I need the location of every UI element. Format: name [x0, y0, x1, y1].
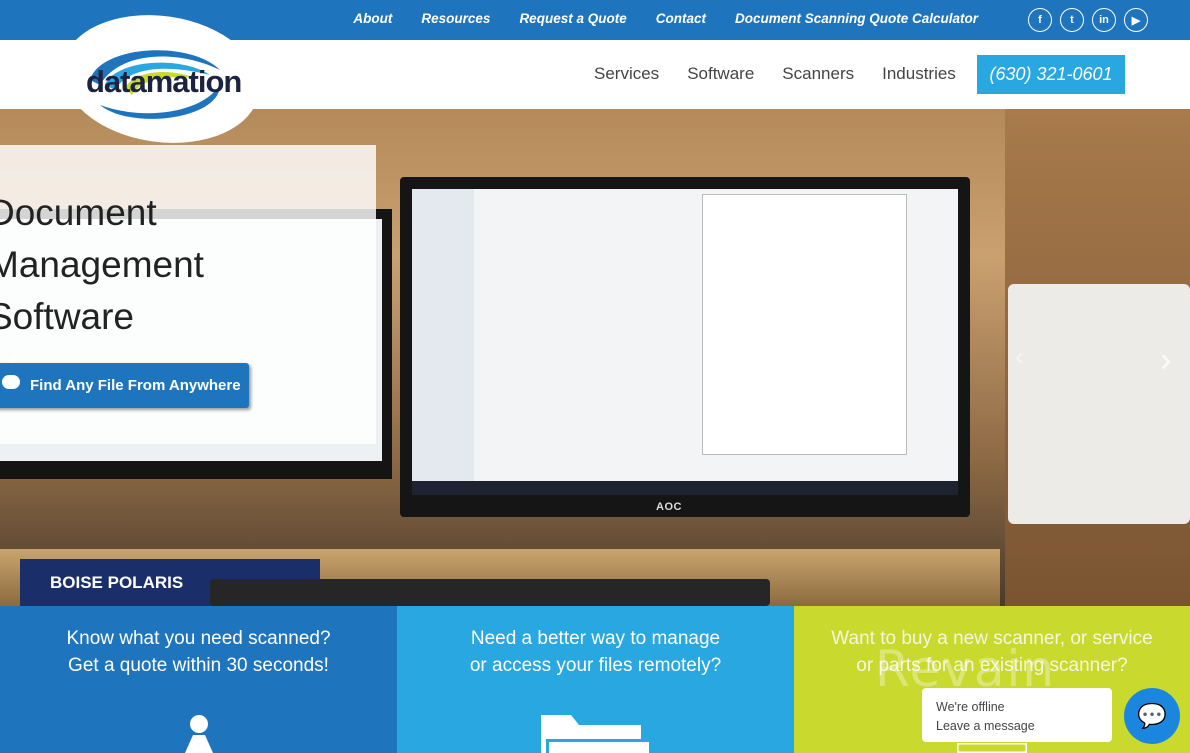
center-monitor: AOC [400, 177, 970, 517]
cta-label: Find Any File From Anywhere [30, 377, 241, 394]
chevron-left-icon: ‹ [1015, 341, 1024, 371]
nav-industries[interactable]: Industries [882, 64, 956, 84]
cloud-icon [2, 375, 20, 389]
chat-offline-bubble[interactable]: We're offline Leave a message [922, 688, 1112, 742]
keyboard [210, 579, 770, 606]
person-icon [184, 715, 213, 753]
scanner-icon [957, 743, 1027, 753]
quote-calculator-link[interactable]: Document Scanning Quote Calculator [735, 11, 978, 26]
panel-quote[interactable]: Know what you need scanned? Get a quote … [0, 606, 397, 753]
nav-software[interactable]: Software [687, 64, 754, 84]
panel-text: Need a better way to manage [470, 628, 721, 649]
chat-status: We're offline [936, 700, 1005, 714]
carousel-next-icon[interactable]: › [1160, 341, 1171, 380]
nav-scanners[interactable]: Scanners [782, 64, 854, 84]
contact-link[interactable]: Contact [656, 11, 706, 26]
chat-button[interactable]: 💬 [1124, 688, 1180, 744]
chat-leave-message: Leave a message [936, 719, 1035, 733]
chat-bubbles-icon: 💬 [1137, 702, 1167, 730]
find-file-button[interactable]: Find Any File From Anywhere [0, 363, 249, 408]
facebook-icon[interactable]: f [1028, 8, 1052, 32]
request-quote-link[interactable]: Request a Quote [519, 11, 626, 26]
logo-text: datamation [86, 64, 242, 99]
panel-text: Know what you need scanned? [66, 628, 331, 649]
linkedin-icon[interactable]: in [1092, 8, 1116, 32]
resources-link[interactable]: Resources [421, 11, 490, 26]
panel-text: Get a quote within 30 seconds! [68, 655, 329, 676]
nav-services[interactable]: Services [594, 64, 659, 84]
folder-icon [540, 715, 649, 753]
phone-button[interactable]: (630) 321-0601 [977, 55, 1125, 94]
monitor-brand: AOC [656, 501, 682, 513]
social-links: f t in ▶ [1028, 8, 1148, 32]
about-link[interactable]: About [353, 11, 392, 26]
main-nav: Services Software Scanners Industries [594, 64, 956, 84]
panel-software[interactable]: Need a better way to manage or access yo… [397, 606, 794, 753]
youtube-icon[interactable]: ▶ [1124, 8, 1148, 32]
utility-nav: About Resources Request a Quote Contact … [353, 11, 978, 26]
panel-text: or access your files remotely? [469, 655, 722, 676]
scanner-image [1008, 284, 1190, 524]
hero-caption: Document Management Software Find Any Fi… [0, 145, 376, 444]
twitter-icon[interactable]: t [1060, 8, 1084, 32]
hero-title: Document Management Software [0, 192, 204, 337]
